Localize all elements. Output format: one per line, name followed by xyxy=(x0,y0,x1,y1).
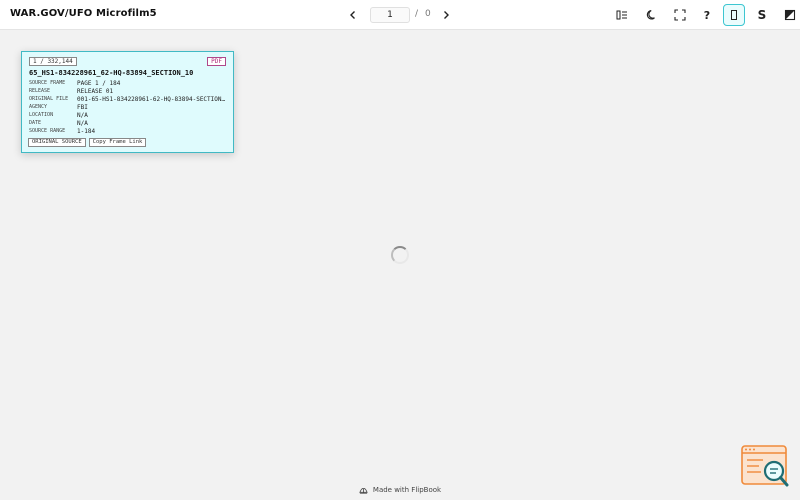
meta-value: N/A xyxy=(77,111,88,119)
contrast-icon xyxy=(784,9,796,21)
meta-key: SOURCE RANGE xyxy=(29,128,66,134)
pdf-badge[interactable]: PDF xyxy=(207,57,226,66)
meta-row-source-frame: SOURCE FRAME PAGE 1 / 184 xyxy=(29,79,229,87)
s-button[interactable]: S xyxy=(751,4,773,26)
meta-key: SOURCE FRAME xyxy=(29,80,66,86)
meta-key: DATE xyxy=(29,120,42,126)
meta-row-location: LOCATION N/A xyxy=(29,111,229,119)
chevron-left-icon xyxy=(350,11,355,19)
meta-row-agency: AGENCY FBI xyxy=(29,103,229,111)
page-total: 0 xyxy=(425,9,431,19)
meta-key: RELEASE xyxy=(29,88,51,94)
original-source-button[interactable]: ORIGINAL SOURCE xyxy=(28,138,86,147)
top-bar: WAR.GOV/UFO Microfilm5 / 0 xyxy=(0,0,800,30)
moon-icon xyxy=(646,10,655,20)
meta-value: PAGE 1 / 184 xyxy=(77,79,121,87)
meta-key: ORIGINAL FILE xyxy=(29,96,69,102)
next-page-button[interactable] xyxy=(436,5,456,25)
meta-row-source-range: SOURCE RANGE 1-184 xyxy=(29,127,229,135)
page-number-input[interactable] xyxy=(370,7,410,23)
fullscreen-icon xyxy=(674,9,686,21)
meta-value: RELEASE 01 xyxy=(77,87,114,95)
footer-text[interactable]: Made with FlipBook xyxy=(373,486,441,494)
meta-row-date: DATE N/A xyxy=(29,119,229,127)
search-widget-button[interactable] xyxy=(741,445,791,489)
loading-spinner xyxy=(391,246,409,264)
card-actions: ORIGINAL SOURCE Copy Frame Link xyxy=(28,138,149,147)
meta-row-release: RELEASE RELEASE 01 xyxy=(29,87,229,95)
file-name: 65_HS1-834228961_62-HQ-83894_SECTION_10 xyxy=(29,69,194,77)
meta-key: LOCATION xyxy=(29,112,54,118)
meta-row-original-file: ORIGINAL FILE 001-65-HS1-834228961-62-HQ… xyxy=(29,95,229,103)
frame-counter: 1 / 332,144 xyxy=(29,57,77,66)
table-of-contents-button[interactable] xyxy=(611,4,633,26)
page-icon xyxy=(731,10,737,20)
dark-mode-button[interactable] xyxy=(641,4,663,26)
previous-page-button[interactable] xyxy=(343,5,363,25)
metadata-list: SOURCE FRAME PAGE 1 / 184 RELEASE RELEAS… xyxy=(29,79,229,135)
browser-search-icon xyxy=(741,445,789,487)
meta-key: AGENCY xyxy=(29,104,48,110)
page-separator: / xyxy=(415,9,419,19)
copy-frame-link-button[interactable]: Copy Frame Link xyxy=(88,138,147,147)
meta-value: FBI xyxy=(77,103,88,111)
footer: Made with FlipBook xyxy=(0,480,800,500)
meta-value: 001-65-HS1-834228961-62-HQ-83894-SECTION… xyxy=(77,95,226,103)
frame-info-card: 1 / 332,144 PDF 65_HS1-834228961_62-HQ-8… xyxy=(21,51,234,153)
flipbook-logo-icon xyxy=(359,487,368,494)
chevron-right-icon xyxy=(444,11,449,19)
fullscreen-button[interactable] xyxy=(669,4,691,26)
meta-value: N/A xyxy=(77,119,88,127)
app-title: WAR.GOV/UFO Microfilm5 xyxy=(10,8,157,19)
single-page-view-button[interactable] xyxy=(723,4,745,26)
meta-value: 1-184 xyxy=(77,127,96,135)
contrast-button[interactable] xyxy=(779,4,800,26)
sidebar-list-icon xyxy=(616,10,627,20)
help-button[interactable]: ? xyxy=(696,4,718,26)
